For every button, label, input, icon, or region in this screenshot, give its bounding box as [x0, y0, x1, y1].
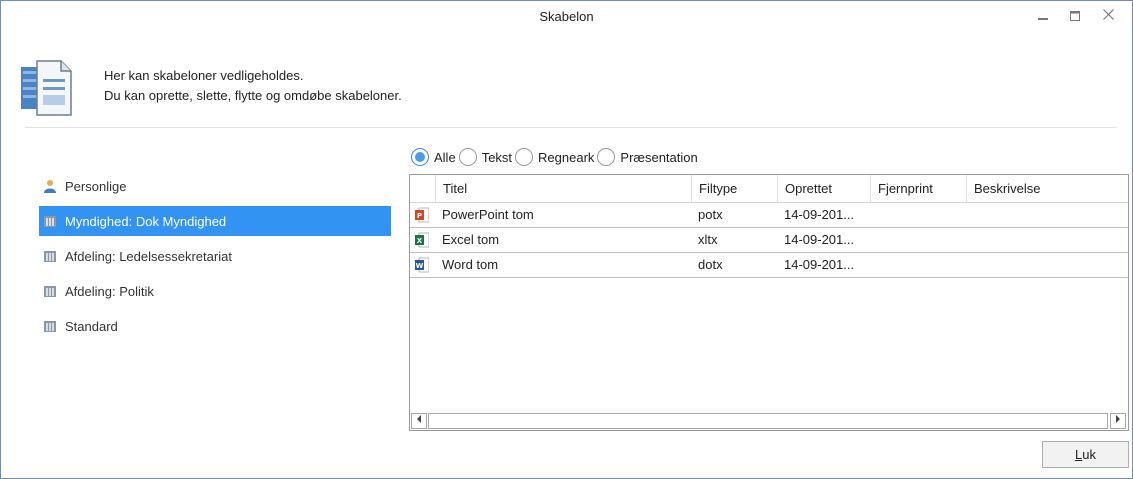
- cell-created: 14-09-201...: [784, 232, 855, 247]
- filter-label: Alle: [434, 149, 456, 165]
- column-header-titel[interactable]: Titel: [435, 175, 691, 202]
- scroll-track[interactable]: [428, 413, 1108, 429]
- cell-remote-print: [870, 228, 966, 252]
- header-line-1: Her kan skabeloner vedligeholdes.: [104, 68, 304, 83]
- filter-tekst[interactable]: Tekst: [458, 148, 513, 166]
- filter-regneark[interactable]: Regneark: [515, 148, 594, 166]
- cell-filetype: xltx: [698, 232, 718, 247]
- maximize-button[interactable]: [1060, 3, 1090, 29]
- scroll-left-button[interactable]: [411, 413, 427, 429]
- database-icon: [44, 251, 56, 262]
- minimize-button[interactable]: [1028, 3, 1058, 29]
- tree-item-myndighed[interactable]: Myndighed: Dok Myndighed: [39, 206, 391, 236]
- column-header-fjernprint[interactable]: Fjernprint: [870, 175, 966, 202]
- cell-filetype: potx: [698, 207, 723, 222]
- database-icon: [44, 216, 56, 227]
- tree-item-label: Standard: [65, 318, 118, 334]
- user-icon: [44, 180, 56, 193]
- template-location-tree: Personlige Myndighed: Dok Myndighed Afde…: [39, 171, 391, 346]
- button-label: uk: [1082, 447, 1096, 462]
- cell-remote-print: [870, 203, 966, 227]
- cell-title: Word tom: [442, 257, 499, 272]
- templates-icon: [21, 60, 72, 116]
- cell-description: [966, 203, 1128, 227]
- cell-created: 14-09-201...: [784, 257, 855, 272]
- tree-item-label: Personlige: [65, 178, 127, 194]
- database-icon: [44, 321, 56, 332]
- maximize-icon: [1070, 11, 1080, 21]
- filter-label: Præsentation: [620, 149, 698, 165]
- radio-tekst[interactable]: [458, 148, 477, 166]
- database-icon: [44, 286, 56, 297]
- cell-filetype: dotx: [698, 257, 723, 272]
- svg-text:P: P: [417, 212, 422, 220]
- column-header-filtype[interactable]: Filtype: [691, 175, 777, 202]
- table-row[interactable]: X Excel tom xltx 14-09-201...: [410, 228, 1128, 253]
- word-icon: W: [415, 257, 429, 273]
- column-header-beskrivelse[interactable]: Beskrivelse: [966, 175, 1128, 202]
- cell-title: PowerPoint tom: [442, 207, 534, 222]
- column-header-oprettet[interactable]: Oprettet: [777, 175, 870, 202]
- cell-title: Excel tom: [442, 232, 500, 247]
- template-grid: Titel Filtype Oprettet Fjernprint Beskri…: [409, 174, 1129, 431]
- filter-alle[interactable]: Alle: [411, 148, 456, 166]
- svg-text:W: W: [416, 262, 424, 270]
- table-row[interactable]: W Word tom dotx 14-09-201...: [410, 253, 1128, 278]
- cell-remote-print: [870, 253, 966, 277]
- radio-praesentation[interactable]: [597, 148, 616, 166]
- tree-item-label: Myndighed: Dok Myndighed: [65, 213, 227, 229]
- radio-regneark[interactable]: [515, 148, 534, 166]
- header-description: Her kan skabeloner vedligeholdes. Du kan…: [104, 66, 402, 106]
- close-icon: [1102, 9, 1114, 20]
- filter-label: Tekst: [481, 149, 513, 165]
- minimize-icon: [1038, 18, 1048, 20]
- tree-item-label: Afdeling: Politik: [65, 283, 154, 299]
- close-button[interactable]: [1093, 3, 1123, 29]
- grid-header: Titel Filtype Oprettet Fjernprint Beskri…: [410, 175, 1128, 203]
- template-dialog: Skabelon Her kan skabeloner vedligeholde…: [0, 0, 1133, 479]
- powerpoint-icon: P: [415, 207, 429, 223]
- tree-item-label: Afdeling: Ledelsessekretariat: [65, 248, 232, 264]
- window-title: Skabelon: [539, 9, 594, 24]
- horizontal-scrollbar[interactable]: [410, 413, 1128, 430]
- header-separator: [25, 127, 1117, 128]
- tree-item-politik[interactable]: Afdeling: Politik: [39, 276, 391, 306]
- tree-item-personlige[interactable]: Personlige: [39, 171, 391, 201]
- filter-praesentation[interactable]: Præsentation: [597, 148, 698, 166]
- scroll-right-button[interactable]: [1110, 413, 1126, 429]
- header-line-2: Du kan oprette, slette, flytte og omdøbe…: [104, 88, 402, 103]
- cell-description: [966, 253, 1128, 277]
- scroll-right-icon: [1116, 415, 1120, 423]
- title-bar: Skabelon: [1, 1, 1132, 31]
- cell-description: [966, 228, 1128, 252]
- cell-created: 14-09-201...: [784, 207, 855, 222]
- tree-item-standard[interactable]: Standard: [39, 311, 391, 341]
- radio-alle[interactable]: [411, 148, 429, 166]
- close-dialog-button[interactable]: Luk: [1042, 441, 1129, 468]
- filter-label: Regneark: [538, 149, 595, 165]
- excel-icon: X: [415, 232, 429, 248]
- filetype-filter: Alle Tekst Regneark Præsentation: [411, 146, 701, 168]
- tree-item-ledelsessekretariat[interactable]: Afdeling: Ledelsessekretariat: [39, 241, 391, 271]
- table-row[interactable]: P PowerPoint tom potx 14-09-201...: [410, 203, 1128, 228]
- scroll-left-icon: [417, 415, 421, 423]
- svg-text:X: X: [417, 237, 423, 245]
